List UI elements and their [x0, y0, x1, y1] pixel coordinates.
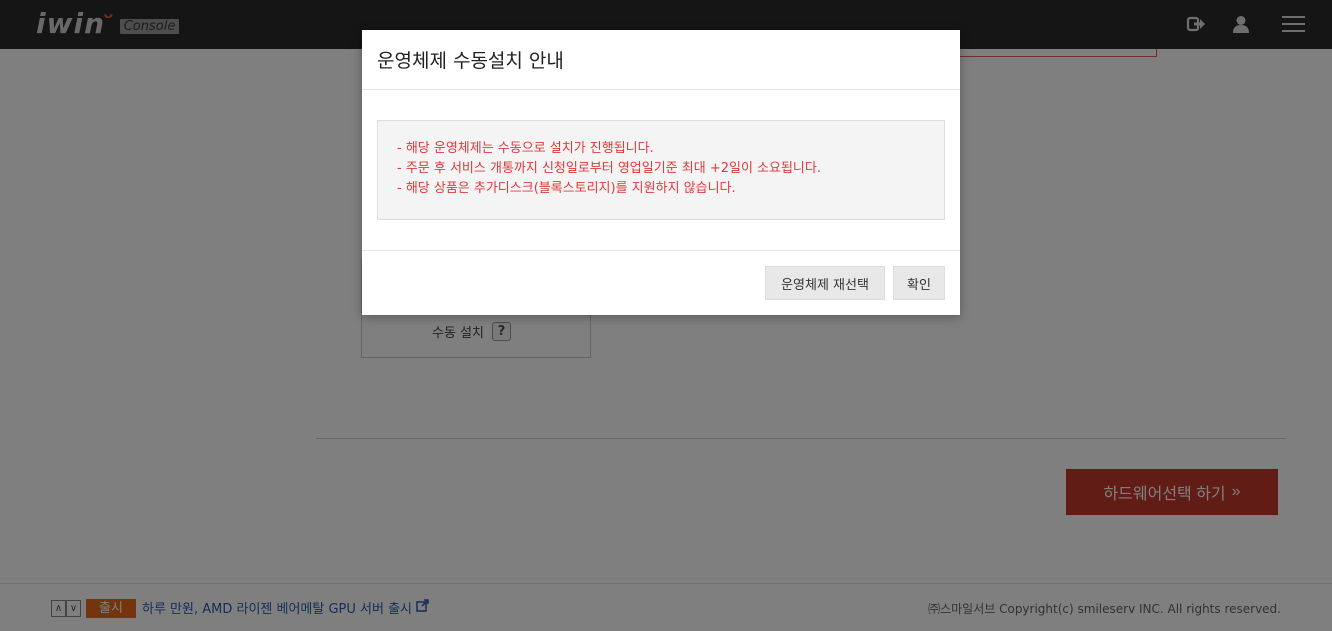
notice-line: - 해당 상품은 추가디스크(블록스토리지)를 지원하지 않습니다. [397, 181, 736, 196]
confirm-button[interactable]: 확인 [893, 266, 945, 300]
reselect-os-button[interactable]: 운영체제 재선택 [765, 266, 885, 300]
modal-header: 운영체제 수동설치 안내 [362, 30, 960, 90]
modal-footer: 운영체제 재선택 확인 [362, 251, 960, 315]
notice-box: - 해당 운영체제는 수동으로 설치가 진행됩니다. - 주문 후 서비스 개통… [377, 120, 945, 220]
notice-line: - 해당 운영체제는 수동으로 설치가 진행됩니다. [397, 141, 654, 156]
os-manual-install-modal: 운영체제 수동설치 안내 - 해당 운영체제는 수동으로 설치가 진행됩니다. … [362, 30, 960, 315]
modal-body: - 해당 운영체제는 수동으로 설치가 진행됩니다. - 주문 후 서비스 개통… [362, 90, 960, 251]
notice-line: - 주문 후 서비스 개통까지 신청일로부터 영업일기준 최대 +2일이 소요됩… [397, 161, 821, 176]
modal-title: 운영체제 수동설치 안내 [377, 50, 564, 72]
